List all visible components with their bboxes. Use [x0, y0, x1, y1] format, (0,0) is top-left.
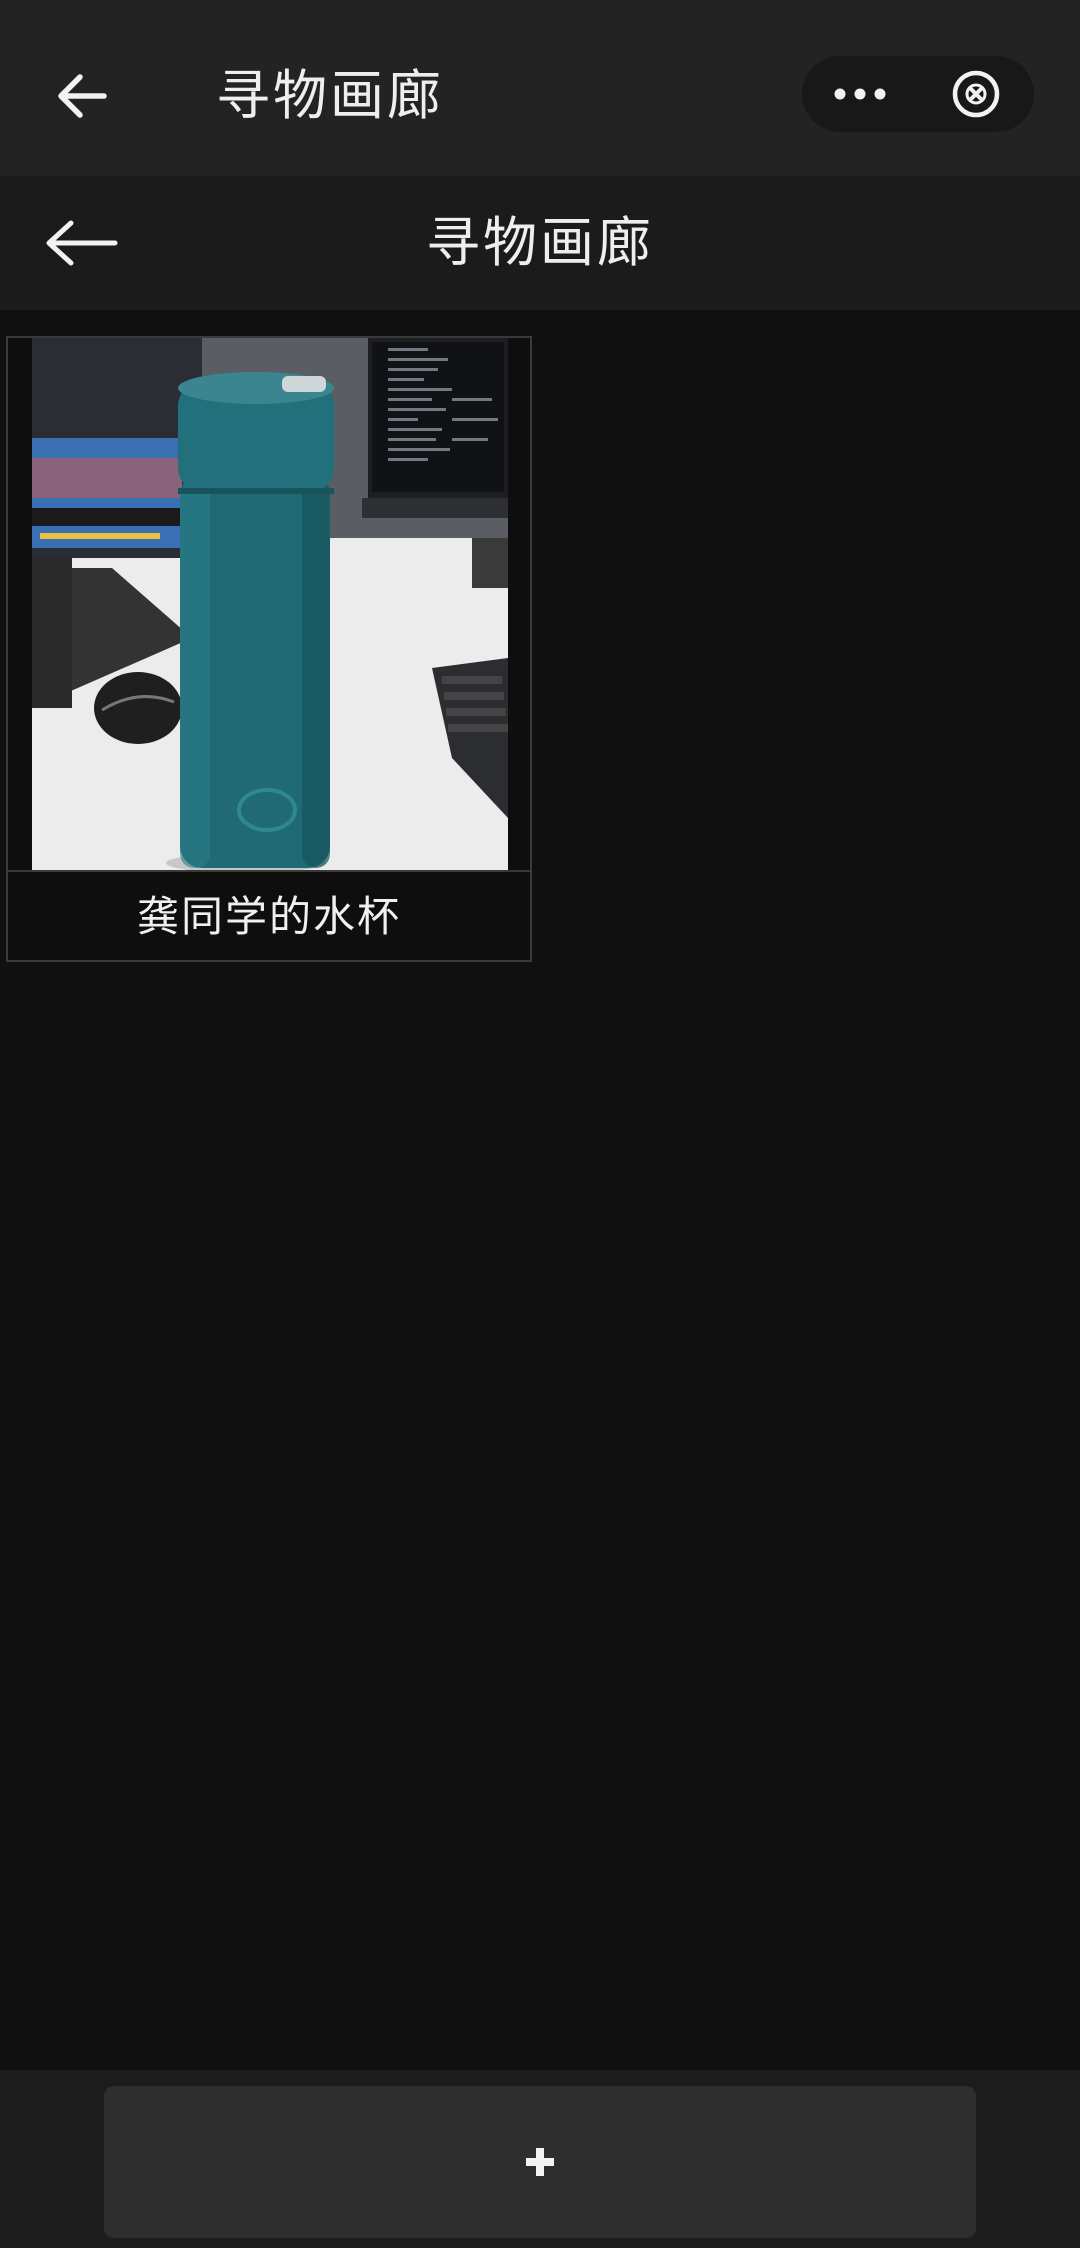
gallery-grid: 龚同学的水杯	[0, 310, 1080, 2070]
arrow-left-icon	[46, 220, 118, 266]
gallery-item[interactable]: 龚同学的水杯	[6, 336, 532, 962]
footer-bar	[0, 2070, 1080, 2248]
top-back-button[interactable]	[44, 58, 120, 134]
more-dots-icon	[834, 88, 886, 100]
item-photo	[32, 338, 508, 870]
page-title: 寻物画廊	[426, 211, 654, 274]
page-back-button[interactable]	[36, 200, 126, 286]
capsule-menu	[802, 56, 1034, 132]
plus-icon	[526, 2148, 554, 2176]
page-header: 寻物画廊	[0, 176, 1080, 310]
more-button[interactable]	[802, 56, 918, 132]
item-caption: 龚同学的水杯	[8, 870, 530, 960]
arrow-left-icon	[58, 74, 107, 118]
item-photo-image	[32, 338, 508, 870]
close-button[interactable]	[918, 56, 1034, 132]
top-bar-title: 寻物画廊	[216, 64, 444, 127]
close-circle-icon	[952, 70, 1000, 118]
add-item-button[interactable]	[104, 2086, 976, 2238]
mini-program-top-bar: 寻物画廊	[0, 0, 1080, 176]
